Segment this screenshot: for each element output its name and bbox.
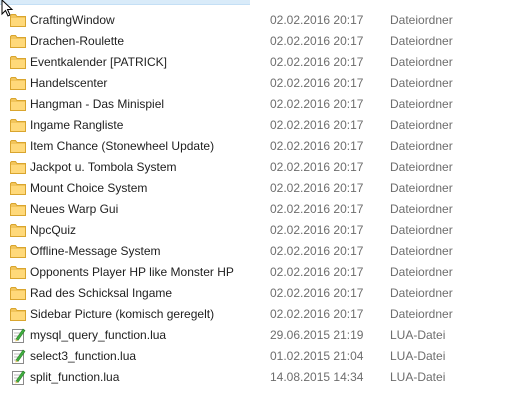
folder-icon: [10, 34, 26, 49]
file-type: LUA-Datei: [390, 370, 446, 384]
file-row[interactable]: Jackpot u. Tombola System 02.02.2016 20:1…: [0, 157, 505, 178]
file-name[interactable]: NpcQuiz: [30, 223, 76, 237]
file-name[interactable]: Neues Warp Gui: [30, 202, 118, 216]
file-row[interactable]: Rad des Schicksal Ingame 02.02.2016 20:17…: [0, 283, 505, 304]
file-name[interactable]: Rad des Schicksal Ingame: [30, 286, 172, 300]
lua-file-icon: [10, 370, 26, 385]
file-row[interactable]: Hangman - Das Minispiel 02.02.2016 20:17 D…: [0, 94, 505, 115]
file-name[interactable]: Sidebar Picture (komisch geregelt): [30, 307, 214, 321]
file-modified-date: 02.02.2016 20:17: [270, 202, 364, 216]
file-row[interactable]: CraftingWindow 02.02.2016 20:17 Dateiordne…: [0, 10, 505, 31]
file-modified-date: 02.02.2016 20:17: [270, 286, 364, 300]
file-name[interactable]: Offline-Message System: [30, 244, 161, 258]
file-type: Dateiordner: [390, 160, 453, 174]
file-name[interactable]: Eventkalender [PATRICK]: [30, 55, 167, 69]
folder-icon: [10, 202, 26, 217]
folder-icon: [10, 160, 26, 175]
file-row[interactable]: Drachen-Roulette 02.02.2016 20:17 Dateiord…: [0, 31, 505, 52]
file-name[interactable]: Handelscenter: [30, 76, 107, 90]
file-modified-date: 02.02.2016 20:17: [270, 265, 364, 279]
file-modified-date: 01.02.2015 21:04: [270, 349, 364, 363]
file-modified-date: 02.02.2016 20:17: [270, 244, 364, 258]
file-modified-date: 02.02.2016 20:17: [270, 34, 364, 48]
file-type: Dateiordner: [390, 76, 453, 90]
folder-icon: [10, 265, 26, 280]
file-modified-date: 02.02.2016 20:17: [270, 139, 364, 153]
folder-icon: [10, 286, 26, 301]
folder-icon: [10, 118, 26, 133]
column-header-edge: [0, 0, 250, 5]
file-modified-date: 02.02.2016 20:17: [270, 55, 364, 69]
file-modified-date: 02.02.2016 20:17: [270, 118, 364, 132]
file-name[interactable]: mysql_query_function.lua: [30, 328, 166, 342]
file-modified-date: 02.02.2016 20:17: [270, 307, 364, 321]
file-modified-date: 02.02.2016 20:17: [270, 223, 364, 237]
file-name[interactable]: select3_function.lua: [30, 349, 136, 363]
file-name[interactable]: split_function.lua: [30, 370, 119, 384]
file-name[interactable]: Opponents Player HP like Monster HP: [30, 265, 234, 279]
file-row[interactable]: select3_function.lua 01.02.2015 21:04 LUA-…: [0, 346, 505, 367]
file-modified-date: 14.08.2015 14:34: [270, 370, 364, 384]
file-name[interactable]: Hangman - Das Minispiel: [30, 97, 164, 111]
file-name[interactable]: Drachen-Roulette: [30, 34, 124, 48]
folder-icon: [10, 181, 26, 196]
file-list: CraftingWindow 02.02.2016 20:17 Dateiordne…: [0, 10, 505, 388]
lua-file-icon: [10, 328, 26, 343]
file-modified-date: 02.02.2016 20:17: [270, 181, 364, 195]
file-type: Dateiordner: [390, 97, 453, 111]
file-type: Dateiordner: [390, 223, 453, 237]
file-row[interactable]: Eventkalender [PATRICK] 02.02.2016 20:17 D…: [0, 52, 505, 73]
folder-icon: [10, 13, 26, 28]
folder-icon: [10, 76, 26, 91]
folder-icon: [10, 97, 26, 112]
file-row[interactable]: split_function.lua 14.08.2015 14:34 LUA-Da…: [0, 367, 505, 388]
folder-icon: [10, 307, 26, 322]
file-row[interactable]: Ingame Rangliste 02.02.2016 20:17 Dateiord…: [0, 115, 505, 136]
file-row[interactable]: NpcQuiz 02.02.2016 20:17 Dateiordner: [0, 220, 505, 241]
file-type: Dateiordner: [390, 244, 453, 258]
file-type: Dateiordner: [390, 202, 453, 216]
file-row[interactable]: mysql_query_function.lua 29.06.2015 21:19…: [0, 325, 505, 346]
file-type: Dateiordner: [390, 307, 453, 321]
file-row[interactable]: Opponents Player HP like Monster HP 02.02…: [0, 262, 505, 283]
file-row[interactable]: Handelscenter 02.02.2016 20:17 Dateiordner: [0, 73, 505, 94]
lua-file-icon: [10, 349, 26, 364]
folder-icon: [10, 244, 26, 259]
file-type: LUA-Datei: [390, 349, 446, 363]
file-modified-date: 02.02.2016 20:17: [270, 160, 364, 174]
file-type: Dateiordner: [390, 265, 453, 279]
file-row[interactable]: Offline-Message System 02.02.2016 20:17 Da…: [0, 241, 505, 262]
file-row[interactable]: Neues Warp Gui 02.02.2016 20:17 Dateiordne…: [0, 199, 505, 220]
file-row[interactable]: Sidebar Picture (komisch geregelt) 02.02.…: [0, 304, 505, 325]
file-type: Dateiordner: [390, 139, 453, 153]
file-modified-date: 02.02.2016 20:17: [270, 76, 364, 90]
file-type: Dateiordner: [390, 181, 453, 195]
file-row[interactable]: Item Chance (Stonewheel Update) 02.02.201…: [0, 136, 505, 157]
folder-icon: [10, 55, 26, 70]
file-modified-date: 29.06.2015 21:19: [270, 328, 364, 342]
file-modified-date: 02.02.2016 20:17: [270, 97, 364, 111]
file-name[interactable]: CraftingWindow: [30, 13, 115, 27]
file-type: Dateiordner: [390, 286, 453, 300]
folder-icon: [10, 223, 26, 238]
file-row[interactable]: Mount Choice System 02.02.2016 20:17 Datei…: [0, 178, 505, 199]
file-type: Dateiordner: [390, 55, 453, 69]
file-type: Dateiordner: [390, 118, 453, 132]
file-name[interactable]: Item Chance (Stonewheel Update): [30, 139, 214, 153]
file-type: Dateiordner: [390, 34, 453, 48]
file-name[interactable]: Jackpot u. Tombola System: [30, 160, 177, 174]
file-type: Dateiordner: [390, 13, 453, 27]
folder-icon: [10, 139, 26, 154]
file-name[interactable]: Mount Choice System: [30, 181, 147, 195]
file-modified-date: 02.02.2016 20:17: [270, 13, 364, 27]
file-name[interactable]: Ingame Rangliste: [30, 118, 123, 132]
file-type: LUA-Datei: [390, 328, 446, 342]
